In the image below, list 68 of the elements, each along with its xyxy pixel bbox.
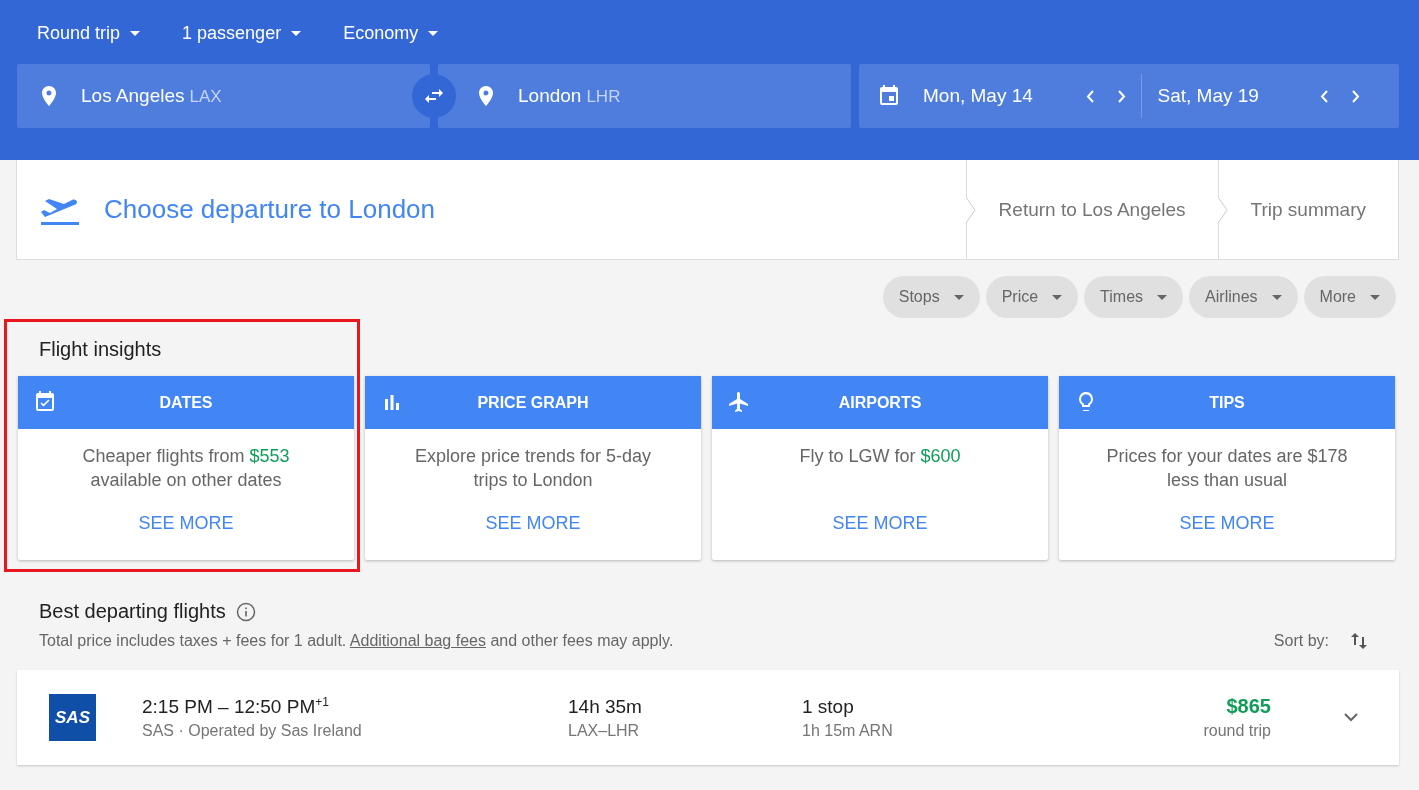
flight-duration: 14h 35m bbox=[568, 695, 643, 718]
dropdown-button[interactable]: Economy bbox=[343, 22, 439, 44]
card-title: DATES bbox=[159, 393, 213, 412]
date-field[interactable]: Mon, May 14 Sat, May 19 bbox=[859, 64, 1399, 128]
flight-times: 2:15 PM – 12:50 PM$^{+1}$ bbox=[142, 694, 330, 719]
airline-logo: SAS bbox=[49, 694, 96, 741]
caret-icon bbox=[130, 30, 141, 36]
section-title: Flight insights bbox=[38, 338, 163, 361]
caret-icon bbox=[1370, 294, 1380, 300]
flight-row[interactable]: SAS 2:15 PM – 12:50 PM$^{+1}$ SAS · Operated by Sas Ireland 14h 35m LAX–LHR 1 stop 1h 15m ARN $865 round trip bbox=[17, 670, 1399, 765]
fees-note: Total price includes taxes + fees for 1 adult. Additional bag fees and other fees may apply. bbox=[39, 632, 674, 650]
see-more-button[interactable]: SEE MORE bbox=[1179, 513, 1275, 534]
sort-arrows-icon bbox=[1349, 631, 1369, 651]
card-title: AIRPORTS bbox=[838, 393, 922, 412]
step-tab[interactable]: Return to Los Angeles bbox=[998, 198, 1186, 221]
sort-label: Sort by: bbox=[1273, 632, 1329, 650]
card-title: TIPS bbox=[1209, 393, 1245, 412]
filter-chip[interactable]: Times bbox=[1084, 276, 1184, 318]
dropdown-button[interactable]: Round trip bbox=[37, 22, 141, 44]
card-description: Fly to LGW for $600 bbox=[799, 445, 961, 468]
step-tab[interactable]: Choose departure to London bbox=[104, 194, 436, 225]
info-icon bbox=[235, 601, 256, 622]
filter-chip[interactable]: Price bbox=[985, 276, 1079, 318]
filter-chip[interactable]: Airlines bbox=[1189, 276, 1298, 318]
see-more-button[interactable]: SEE MORE bbox=[138, 513, 234, 534]
stop-count: 1 stop bbox=[802, 695, 855, 718]
caret-icon bbox=[1157, 294, 1168, 300]
layover-info: 1h 15m ARN bbox=[802, 721, 894, 740]
calendar-check-icon bbox=[33, 390, 57, 414]
step-tab[interactable]: Trip summary bbox=[1250, 198, 1366, 221]
dropdown-button[interactable]: 1 passenger bbox=[182, 22, 302, 44]
section-title: Best departing flights bbox=[38, 600, 226, 623]
card-description: Explore price trends for 5-day trips to London bbox=[413, 445, 653, 492]
airport-code: LAX bbox=[189, 87, 222, 107]
card-description: Cheaper flights from $553 available on other dates bbox=[81, 445, 291, 492]
bag-fees-link[interactable]: Additional bag fees bbox=[349, 632, 486, 649]
airline-name: SAS · Operated by Sas Ireland bbox=[142, 722, 363, 741]
city-name: London bbox=[518, 85, 582, 107]
see-more-button[interactable]: SEE MORE bbox=[485, 513, 581, 534]
sort-button[interactable] bbox=[1349, 631, 1369, 651]
flight-price: $865 bbox=[1226, 695, 1271, 718]
chevron-right-icon bbox=[1352, 89, 1360, 103]
price-note: round trip bbox=[1203, 722, 1271, 740]
filter-chip[interactable]: More bbox=[1303, 276, 1396, 318]
location-field[interactable]: London LHR bbox=[438, 64, 851, 128]
caret-icon bbox=[1052, 294, 1063, 300]
chevron-left-icon bbox=[1085, 89, 1094, 103]
chevron-down-icon bbox=[1344, 713, 1358, 722]
location-field[interactable]: Los Angeles LAX bbox=[17, 64, 430, 128]
filter-chip[interactable]: Stops bbox=[882, 276, 980, 318]
city-name: Los Angeles bbox=[81, 85, 185, 107]
card-description: Prices for your dates are $178 less than usual bbox=[1105, 445, 1349, 492]
date-text: Mon, May 14 bbox=[923, 85, 1033, 107]
airport-code: LHR bbox=[586, 87, 621, 107]
flight-route: LAX–LHR bbox=[568, 721, 641, 740]
chevron-left-icon bbox=[1320, 89, 1328, 103]
card-title: PRICE GRAPH bbox=[477, 393, 589, 412]
date-text: Sat, May 19 bbox=[1157, 85, 1259, 107]
calendar-icon bbox=[877, 84, 901, 108]
step-arrow-icon bbox=[1217, 197, 1228, 223]
caret-icon bbox=[1271, 294, 1282, 300]
see-more-button[interactable]: SEE MORE bbox=[832, 513, 928, 534]
caret-icon bbox=[291, 30, 302, 36]
chevron-right-icon bbox=[1117, 89, 1126, 103]
airplane-icon bbox=[727, 390, 751, 414]
caret-icon bbox=[428, 30, 439, 36]
caret-icon bbox=[953, 294, 964, 300]
step-arrow-icon bbox=[965, 197, 976, 223]
